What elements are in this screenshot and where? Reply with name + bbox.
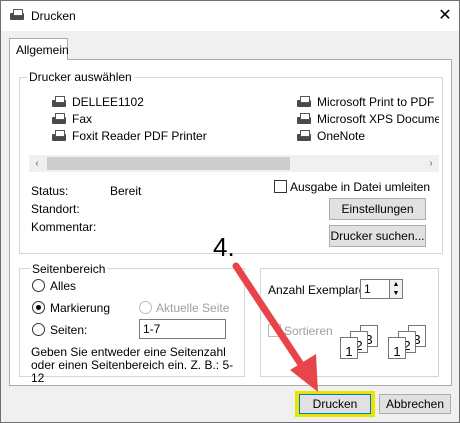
- tab-general-label: Allgemein: [16, 43, 69, 57]
- annotation-arrow: [232, 262, 318, 392]
- tab-general[interactable]: Allgemein: [9, 38, 69, 60]
